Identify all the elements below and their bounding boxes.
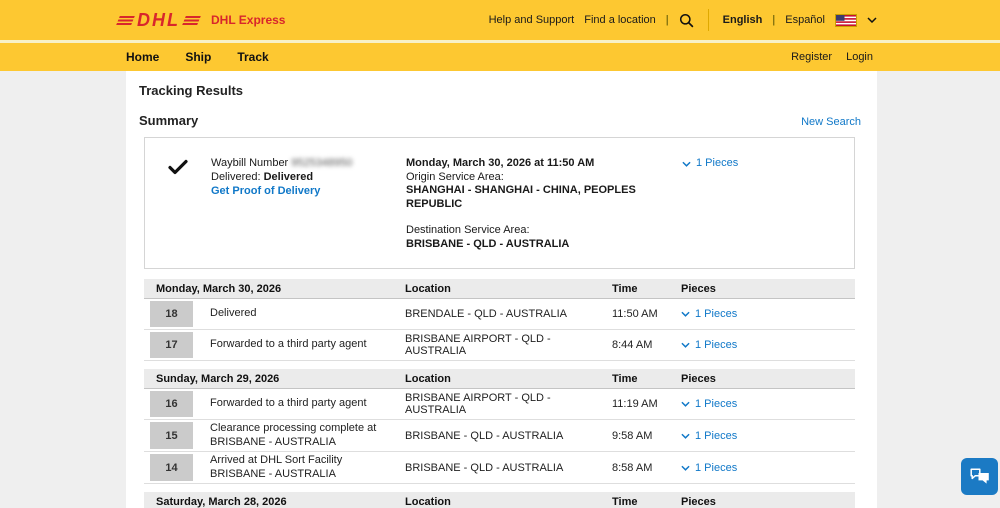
page-title: Tracking Results	[139, 83, 244, 98]
chevron-down-icon	[682, 161, 691, 167]
nav-item-home[interactable]: Home	[126, 50, 159, 64]
checkpoint-status: Delivered	[210, 307, 257, 320]
login-link[interactable]: Login	[846, 51, 873, 63]
delivery-datetime: Monday, March 30, 2026 at 11:50 AM	[406, 157, 595, 169]
checkpoint-location: BRISBANE - QLD - AUSTRALIA	[405, 461, 564, 474]
checkpoint-number: 15	[150, 422, 193, 449]
location-header: Location	[405, 282, 451, 295]
table-header-row: Sunday, March 29, 2026 Location Time Pieces	[144, 369, 855, 389]
checkpoint-location: BRENDALE - QLD - AUSTRALIA	[405, 308, 567, 320]
destination-value: BRISBANE - QLD - AUSTRALIA	[406, 237, 570, 250]
summary-title: Summary	[139, 113, 199, 128]
divider: |	[665, 14, 669, 26]
divider: |	[772, 14, 776, 26]
pieces-toggle[interactable]: 1 Pieces	[681, 339, 737, 351]
checkpoint-status: Arrived at DHL Sort Facility BRISBANE - …	[210, 454, 343, 480]
help-support-link[interactable]: Help and Support	[489, 14, 575, 26]
checkpoint-time: 8:58 AM	[612, 461, 653, 474]
origin-value: SHANGHAI - SHANGHAI - CHINA, PEOPLES REP…	[406, 184, 636, 210]
checkpoint-number: 18	[150, 301, 193, 327]
date-header: Saturday, March 28, 2026	[156, 495, 287, 508]
nav-item-ship[interactable]: Ship	[185, 50, 211, 64]
chevron-down-icon	[867, 17, 877, 23]
destination-label: Destination Service Area:	[406, 224, 530, 236]
proof-of-delivery-link[interactable]: Get Proof of Delivery	[211, 185, 320, 199]
search-icon	[679, 13, 693, 27]
table-row: 17 Forwarded to a third party agent BRISBA…	[144, 330, 855, 361]
checkpoint-number: 14	[150, 454, 193, 481]
table-header-row: Saturday, March 28, 2026 Location Time Piec…	[144, 492, 855, 508]
chevron-down-icon	[681, 401, 690, 407]
pieces-toggle[interactable]: 1 Pieces	[681, 308, 737, 320]
chevron-down-icon	[681, 465, 690, 471]
brand-name: DHL Express	[211, 13, 286, 27]
pieces-toggle[interactable]: 1 Pieces	[681, 462, 737, 474]
pieces-toggle[interactable]: 1 Pieces	[681, 398, 737, 410]
checkpoint-time: 9:58 AM	[612, 429, 653, 442]
tracking-table: Monday, March 30, 2026 Location Time Pieces…	[144, 279, 855, 508]
location-header: Location	[405, 495, 451, 508]
pieces-header: Pieces	[681, 372, 716, 385]
dhl-logo[interactable]: DHL DHL Express	[116, 10, 286, 30]
table-row: 16 Forwarded to a third party agent BRISBA…	[144, 389, 855, 420]
language-english[interactable]: English	[723, 14, 763, 26]
content-card: Tracking Results Summary New Search Wayb…	[126, 71, 877, 508]
waybill-line: Waybill Number 9525348950	[211, 157, 353, 169]
tracking-day-section: Sunday, March 29, 2026 Location Time Pieces…	[144, 369, 855, 484]
table-row: 14 Arrived at DHL Sort Facility BRISBANE …	[144, 452, 855, 484]
pieces-header: Pieces	[681, 495, 716, 508]
tracking-day-section: Saturday, March 28, 2026 Location Time Piec…	[144, 492, 855, 508]
main-area: Tracking Results Summary New Search Wayb…	[0, 71, 1000, 508]
checkpoint-time: 11:19 AM	[612, 398, 658, 410]
chevron-down-icon	[681, 433, 690, 439]
checkpoint-status: Forwarded to a third party agent	[210, 338, 367, 351]
time-header: Time	[612, 282, 638, 295]
delivered-check-icon	[168, 159, 188, 175]
checkpoint-status: Forwarded to a third party agent	[210, 397, 367, 410]
language-dropdown[interactable]	[867, 17, 877, 23]
checkpoint-time: 8:44 AM	[612, 339, 653, 351]
checkpoint-number: 16	[150, 391, 193, 417]
table-row: 18 Delivered BRENDALE - QLD - AUSTRALIA 11:…	[144, 299, 855, 330]
chevron-down-icon	[681, 311, 690, 317]
checkpoint-location: BRISBANE AIRPORT - QLD - AUSTRALIA	[405, 392, 551, 416]
table-header-row: Monday, March 30, 2026 Location Time Pieces	[144, 279, 855, 299]
summary-box: Waybill Number 9525348950 Delivered: Del…	[144, 137, 855, 269]
register-link[interactable]: Register	[791, 51, 832, 63]
time-header: Time	[612, 372, 638, 385]
checkpoint-number: 17	[150, 332, 193, 358]
dhl-speedlines-icon	[116, 15, 135, 25]
pieces-toggle[interactable]: 1 Pieces	[681, 430, 737, 442]
checkpoint-time: 11:50 AM	[612, 308, 658, 320]
checkpoint-location: BRISBANE AIRPORT - QLD - AUSTRALIA	[405, 333, 551, 357]
checkpoint-location: BRISBANE - QLD - AUSTRALIA	[405, 429, 564, 442]
dhl-speedlines-icon	[182, 15, 201, 25]
divider	[707, 9, 709, 31]
chat-button[interactable]	[961, 458, 998, 495]
dhl-wordmark: DHL	[137, 10, 180, 30]
us-flag-icon[interactable]	[835, 13, 857, 27]
checkpoint-status: Clearance processing complete at BRISBAN…	[210, 422, 377, 448]
time-header: Time	[612, 495, 638, 508]
delivery-status: Delivered: Delivered	[211, 170, 314, 183]
pieces-header: Pieces	[681, 282, 716, 295]
language-spanish[interactable]: Español	[785, 14, 825, 26]
origin-label: Origin Service Area:	[406, 170, 504, 183]
table-row: 15 Clearance processing complete at BRISB…	[144, 420, 855, 452]
search-button[interactable]	[679, 13, 694, 28]
new-search-link[interactable]: New Search	[801, 116, 861, 128]
location-header: Location	[405, 372, 451, 385]
chat-bubbles-icon	[969, 468, 989, 484]
tracking-day-section: Monday, March 30, 2026 Location Time Pieces…	[144, 279, 855, 361]
nav-bar: Home Ship Track Register Login	[0, 43, 1000, 71]
nav-item-track[interactable]: Track	[237, 50, 268, 64]
top-header: DHL DHL Express Help and Support Find a …	[0, 0, 1000, 40]
waybill-number: 9525348950	[291, 157, 353, 169]
date-header: Sunday, March 29, 2026	[156, 372, 280, 385]
chevron-down-icon	[681, 342, 690, 348]
summary-pieces-toggle[interactable]: 1 Pieces	[682, 157, 738, 171]
find-location-link[interactable]: Find a location	[584, 14, 656, 26]
date-header: Monday, March 30, 2026	[156, 282, 282, 295]
